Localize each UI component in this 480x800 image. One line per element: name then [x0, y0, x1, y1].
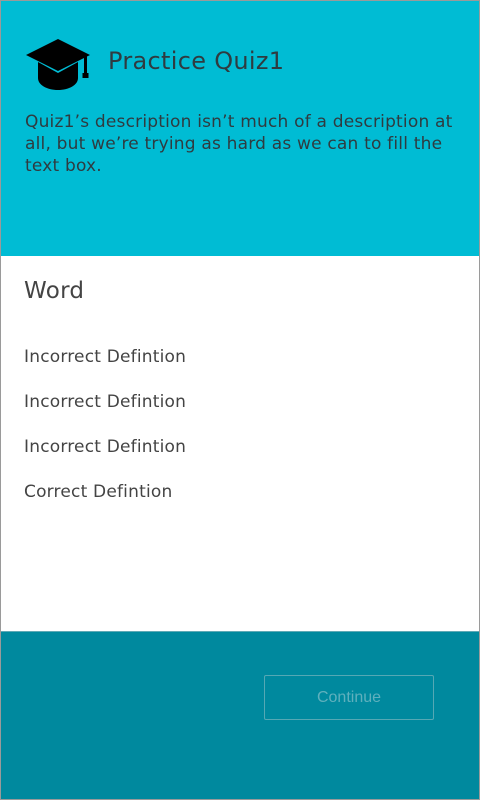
answer-option[interactable]: Incorrect Defintion: [24, 436, 186, 481]
answer-option[interactable]: Correct Defintion: [24, 481, 186, 526]
quiz-title: Practice Quiz1: [108, 47, 285, 75]
quiz-footer: Continue: [1, 631, 479, 799]
answer-option[interactable]: Incorrect Defintion: [24, 346, 186, 391]
answer-options: Incorrect Defintion Incorrect Defintion …: [24, 346, 186, 526]
quiz-header: Practice Quiz1 Quiz1’s description isn’t…: [1, 1, 479, 256]
continue-button[interactable]: Continue: [264, 675, 434, 720]
question-word: Word: [24, 278, 85, 304]
answer-option[interactable]: Incorrect Defintion: [24, 391, 186, 436]
graduation-cap-icon: [26, 39, 90, 90]
question-area: Word Incorrect Defintion Incorrect Defin…: [1, 256, 479, 631]
quiz-screen: Practice Quiz1 Quiz1’s description isn’t…: [0, 0, 480, 800]
quiz-description: Quiz1’s description isn’t much of a desc…: [25, 112, 453, 176]
